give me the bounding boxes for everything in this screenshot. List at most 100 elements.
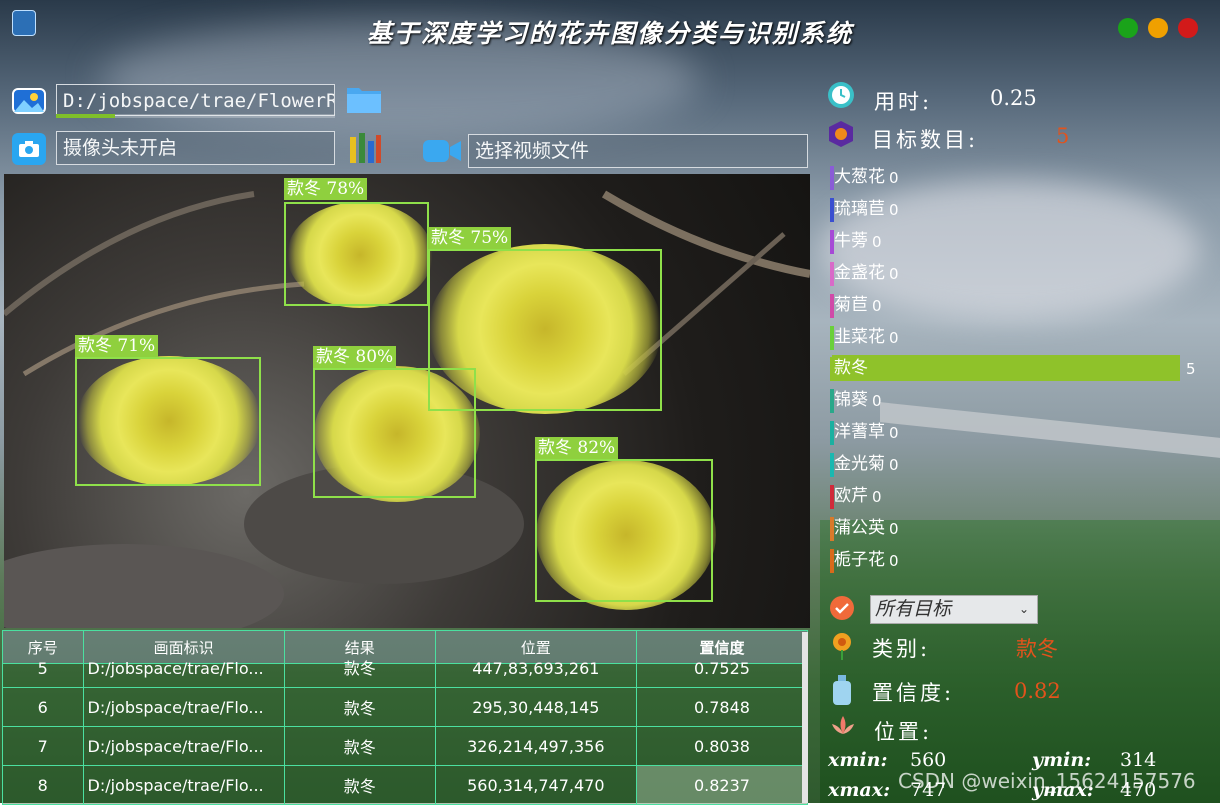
table-row[interactable]: 8 D:/jobspace/trae/Flo... 款冬 560,314,747… xyxy=(2,765,809,805)
camera-status-field[interactable]: 摄像头未开启 xyxy=(56,131,335,165)
class-bar-row: 款冬 5 xyxy=(830,355,1210,382)
check-icon xyxy=(830,596,854,620)
class-bar-row: 大葱花 0 xyxy=(830,164,1210,190)
window-title: 基于深度学习的花卉图像分类与识别系统 xyxy=(366,19,853,48)
time-value: 0.25 xyxy=(990,86,1037,110)
clock-icon xyxy=(828,82,854,108)
cell-result: 款冬 xyxy=(283,765,436,805)
minimize-button[interactable] xyxy=(1118,18,1138,38)
cell-source: D:/jobspace/trae/Flo... xyxy=(82,687,285,727)
class-name: 琉璃苣 xyxy=(834,198,885,219)
class-name: 欧芹 xyxy=(834,486,868,506)
cell-confidence: 0.8237 xyxy=(635,765,809,805)
target-count-icon xyxy=(828,120,854,148)
table-row[interactable]: 6 D:/jobspace/trae/Flo... 款冬 295,30,448,… xyxy=(2,687,809,727)
class-bar-row: 洋蓍草 0 xyxy=(830,419,1210,446)
flower-icon xyxy=(830,630,854,660)
model-icon[interactable] xyxy=(346,131,384,165)
cell-index: 8 xyxy=(2,765,84,805)
class-bar-row: 韭菜花 0 xyxy=(830,324,1210,350)
class-name: 牛蒡 xyxy=(834,230,868,251)
cell-result: 款冬 xyxy=(283,726,436,766)
class-count: 0 xyxy=(889,264,899,283)
image-icon[interactable] xyxy=(12,88,46,114)
class-name: 金盏花 xyxy=(834,262,885,283)
table-row[interactable]: 5 D:/jobspace/trae/Flo... 款冬 447,83,693,… xyxy=(2,661,809,688)
ymin-value: 314 xyxy=(1120,749,1157,771)
cell-source: D:/jobspace/trae/Flo... xyxy=(82,726,285,766)
class-count: 5 xyxy=(1186,360,1196,379)
class-name: 菊苣 xyxy=(834,294,868,315)
detection-label: 款冬 75% xyxy=(428,227,512,249)
lotus-icon xyxy=(830,714,856,738)
class-bar-row: 金盏花 0 xyxy=(830,260,1210,286)
class-bar-row: 菊苣 0 xyxy=(830,292,1210,318)
class-name: 韭菜花 xyxy=(834,326,885,347)
class-name: 大葱花 xyxy=(834,167,885,187)
class-name: 锦葵 xyxy=(834,390,868,411)
cell-source: D:/jobspace/trae/Flo... xyxy=(82,661,285,688)
xmin-label: xmin: xyxy=(828,749,888,771)
cell-position: 326,214,497,356 xyxy=(434,726,637,766)
table-row[interactable]: 7 D:/jobspace/trae/Flo... 款冬 326,214,497… xyxy=(2,726,809,766)
class-count: 0 xyxy=(889,519,899,538)
detection-box[interactable] xyxy=(284,202,429,306)
class-label: 类别: xyxy=(872,637,931,661)
class-count: 0 xyxy=(889,551,899,570)
detection-label: 款冬 78% xyxy=(284,178,368,200)
class-name: 洋蓍草 xyxy=(834,422,885,443)
class-name: 款冬 xyxy=(834,358,868,379)
class-name: 蒲公英 xyxy=(834,517,885,538)
class-count: 0 xyxy=(872,232,882,251)
cell-result: 款冬 xyxy=(283,661,436,688)
cell-source: D:/jobspace/trae/Flo... xyxy=(82,765,285,805)
bottle-icon xyxy=(830,674,854,706)
camera-icon[interactable] xyxy=(12,133,46,165)
table-scrollbar[interactable] xyxy=(802,632,808,803)
cell-confidence: 0.7525 xyxy=(635,661,809,688)
time-label: 用时: xyxy=(874,90,933,114)
class-bar-row: 金光菊 0 xyxy=(830,451,1210,478)
chevron-down-icon: ⌄ xyxy=(1018,602,1029,616)
confidence-value: 0.82 xyxy=(1014,679,1061,703)
detection-box[interactable] xyxy=(313,368,476,498)
target-filter-select[interactable]: 所有目标 ⌄ xyxy=(870,595,1038,624)
cell-position: 295,30,448,145 xyxy=(434,687,637,727)
class-value: 款冬 xyxy=(1016,637,1058,661)
detection-image: 款冬 78% 款冬 75% 款冬 71% 款冬 80% 款冬 82% xyxy=(4,174,810,628)
class-count: 0 xyxy=(889,424,899,443)
class-count: 0 xyxy=(889,456,899,475)
position-label: 位置: xyxy=(874,720,933,744)
detection-box[interactable] xyxy=(75,357,261,486)
cell-position: 560,314,747,470 xyxy=(434,765,637,805)
video-file-field[interactable]: 选择视频文件 xyxy=(468,134,808,168)
class-count: 0 xyxy=(889,200,899,219)
target-count-label: 目标数目: xyxy=(872,128,979,152)
maximize-button[interactable] xyxy=(1148,18,1168,38)
detection-label: 款冬 82% xyxy=(535,437,619,459)
detection-label: 款冬 80% xyxy=(313,346,397,368)
close-button[interactable] xyxy=(1178,18,1198,38)
class-bar-fill xyxy=(832,355,1180,382)
cell-confidence: 0.7848 xyxy=(635,687,809,727)
target-count-value: 5 xyxy=(1056,124,1070,148)
image-progress-fill xyxy=(56,114,115,118)
cell-index: 5 xyxy=(2,661,84,688)
detection-box[interactable] xyxy=(535,459,713,602)
class-bar-row: 琉璃苣 0 xyxy=(830,196,1210,222)
class-name: 金光菊 xyxy=(834,454,885,475)
image-path-input[interactable]: D:/jobspace/trae/FlowerRe xyxy=(56,84,335,116)
class-count: 0 xyxy=(872,488,882,506)
class-bar-row: 牛蒡 0 xyxy=(830,228,1210,254)
cell-index: 6 xyxy=(2,687,84,727)
results-table: 序号 画面标识 结果 位置 置信度 5 D:/jobspace/trae/Flo… xyxy=(2,630,809,805)
image-progress-bar xyxy=(56,114,335,118)
watermark: CSDN @weixin_15624157576 xyxy=(898,769,1196,793)
folder-icon[interactable] xyxy=(346,82,382,114)
class-bar-row: 欧芹 0 xyxy=(830,483,1210,509)
video-camera-icon[interactable] xyxy=(422,138,462,164)
class-count: 0 xyxy=(872,392,882,411)
cell-index: 7 xyxy=(2,726,84,766)
class-bar-row: 蒲公英 0 xyxy=(830,515,1210,541)
cell-confidence: 0.8038 xyxy=(635,726,809,766)
